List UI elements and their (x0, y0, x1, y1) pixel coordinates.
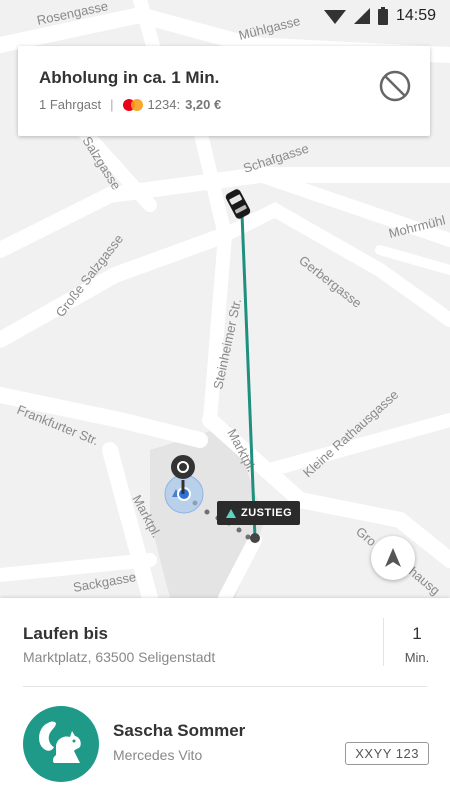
cell-signal-icon (353, 8, 370, 24)
status-bar: 14:59 (0, 0, 450, 32)
walk-destination-address: Marktplatz, 63500 Seligenstadt (23, 649, 216, 665)
battery-icon (377, 7, 388, 25)
locate-me-button[interactable] (371, 536, 415, 580)
navigation-arrow-icon (385, 548, 401, 567)
route-end-dot (250, 533, 260, 543)
mastercard-icon (122, 98, 143, 111)
boarding-point-label: ZUSTIEG (217, 501, 301, 525)
ride-price: 3,20 € (185, 97, 222, 112)
driver-car-model: Mercedes Vito (113, 747, 203, 763)
pickup-card: Abholung in ca. 1 Min. 1 Fahrgast | 1234… (18, 46, 430, 136)
squirrel-icon (39, 721, 81, 763)
cancel-icon[interactable] (378, 69, 412, 103)
pickup-details: 1 Fahrgast | 1234: 3,20 € (39, 97, 410, 112)
ride-info-sheet: Laufen bis Marktplatz, 63500 Seligenstad… (0, 598, 450, 800)
boarding-label-text: ZUSTIEG (241, 507, 293, 519)
pickup-eta-title: Abholung in ca. 1 Min. (39, 68, 220, 87)
walk-minutes-unit: Min. (404, 650, 430, 665)
driver-avatar (23, 706, 99, 782)
walk-to-title: Laufen bis (23, 624, 109, 643)
driver-name: Sascha Sommer (113, 721, 246, 740)
card-digits: 1234: (147, 97, 181, 112)
wifi-icon (323, 10, 346, 24)
passenger-count: 1 Fahrgast (39, 97, 102, 112)
license-plate: XXYY 123 (345, 742, 429, 765)
status-time: 14:59 (395, 7, 436, 24)
walk-minutes-value: 1 (412, 624, 422, 643)
divider (23, 686, 427, 687)
boarding-triangle-icon (226, 508, 236, 518)
separator: | (110, 97, 114, 112)
